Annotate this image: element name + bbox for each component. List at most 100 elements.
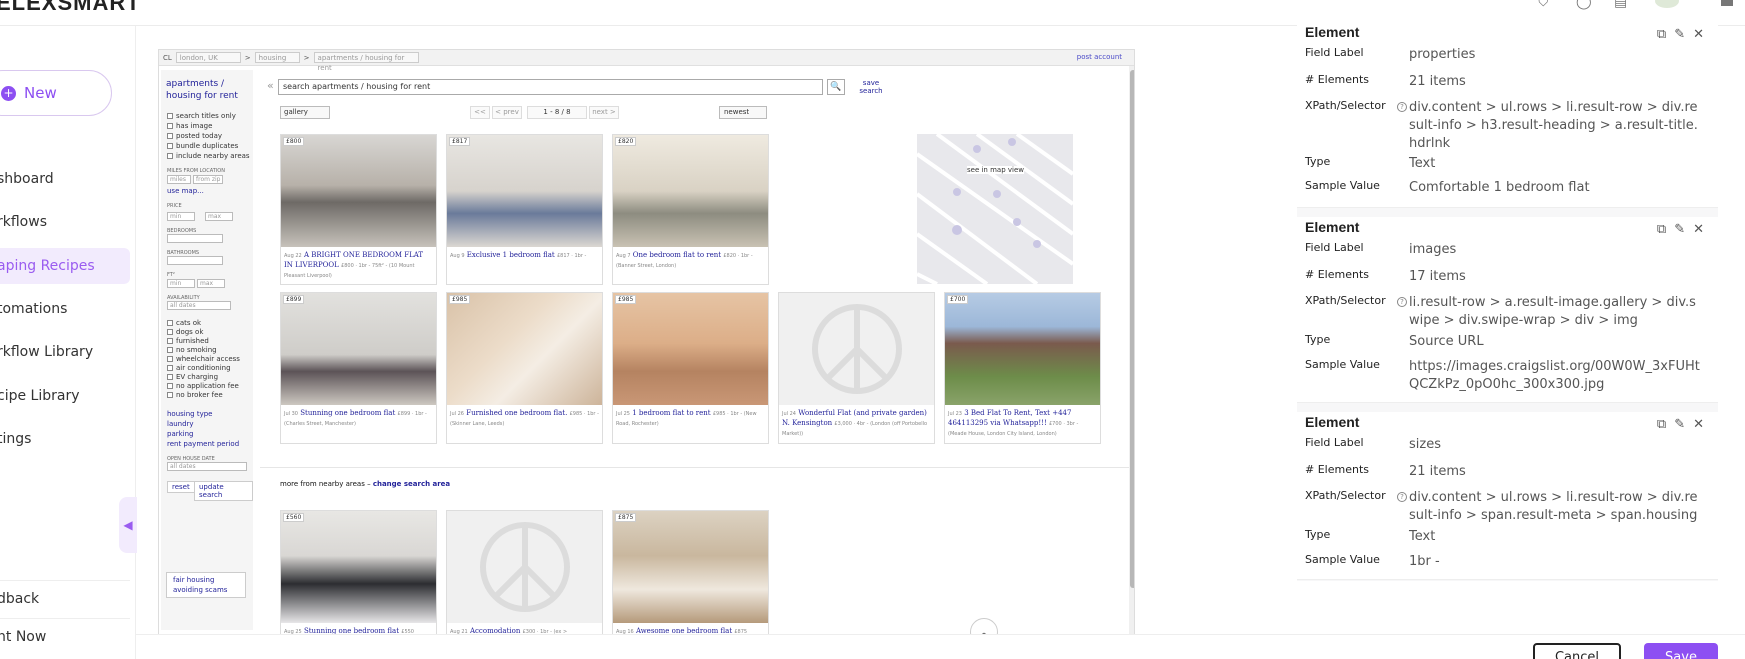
listing-card[interactable]: £560 Aug 25 Stunning one bedroom flat £5…	[280, 510, 437, 634]
menu-icon[interactable]	[1721, 0, 1733, 6]
help-icon[interactable]: ◯	[1576, 0, 1592, 10]
collapse-sidebar-icon[interactable]: ◀	[119, 497, 137, 553]
copy-icon[interactable]: ⧉	[1657, 417, 1666, 432]
listing-card[interactable]: £875 Aug 16 Awesome one bedroom flat £87…	[612, 510, 769, 634]
filter-checkbox[interactable]: no smoking	[167, 346, 217, 354]
sort-select[interactable]: newest	[719, 106, 767, 119]
listing-title[interactable]: One bedroom flat to rent	[633, 251, 721, 259]
open-house-select[interactable]: all dates	[167, 462, 247, 471]
filter-checkbox[interactable]: posted today	[167, 132, 222, 140]
price-min-input[interactable]: min	[167, 212, 195, 221]
listing-card[interactable]: Jul 24 Wonderful Flat (and private garde…	[778, 292, 935, 444]
scrollbar-thumb[interactable]	[1130, 70, 1134, 588]
sidebar-item-dashboard[interactable]: shboard	[0, 171, 54, 187]
avoiding-scams-link[interactable]: avoiding scams	[173, 586, 227, 594]
location-select[interactable]: london, UK	[175, 52, 241, 63]
ft-max-input[interactable]: max	[197, 279, 225, 288]
availability-select[interactable]: all dates	[167, 301, 231, 310]
filter-checkbox[interactable]: furnished	[167, 337, 209, 345]
listing-image[interactable]	[281, 511, 436, 623]
update-search-button[interactable]: update search	[194, 481, 253, 501]
filter-checkbox[interactable]: wheelchair access	[167, 355, 240, 363]
sidebar-item-chat-now[interactable]: nt Now	[0, 629, 46, 645]
sidebar-item-settings[interactable]: tings	[0, 431, 31, 447]
sidebar-item-scraping-recipes[interactable]: aping Recipes	[0, 248, 130, 284]
shield-icon[interactable]: ⛉	[1538, 0, 1549, 10]
miles-input[interactable]: miles	[167, 175, 191, 184]
category-title[interactable]: apartments / housing for rent	[166, 78, 246, 102]
listing-card[interactable]: Aug 21 Accomodation £300 · 1br - (ex >	[446, 510, 603, 634]
sidebar-item-feedback[interactable]: dback	[0, 591, 39, 607]
laundry-link[interactable]: laundry	[167, 420, 194, 428]
cl-logo[interactable]: CL	[163, 54, 172, 62]
change-search-area-link[interactable]: change search area	[373, 480, 450, 488]
ft-min-input[interactable]: min	[167, 279, 195, 288]
edit-icon[interactable]: ✎	[1674, 222, 1685, 237]
sidebar-item-recipe-library[interactable]: cipe Library	[0, 388, 80, 404]
listing-card[interactable]: £800 Aug 22 A BRIGHT ONE BEDROOM FLAT IN…	[280, 134, 437, 285]
copy-icon[interactable]: ⧉	[1657, 222, 1666, 237]
search-input[interactable]: search apartments / housing for rent	[278, 79, 823, 95]
listing-image[interactable]	[281, 135, 436, 247]
listing-image[interactable]	[945, 293, 1100, 405]
copy-icon[interactable]: ⧉	[1657, 27, 1666, 42]
price-max-input[interactable]: max	[205, 212, 233, 221]
listing-title[interactable]: Furnished one bedroom flat.	[466, 409, 567, 417]
listing-title[interactable]: Stunning one bedroom flat	[300, 409, 395, 417]
filter-checkbox[interactable]: cats ok	[167, 319, 201, 327]
listing-image[interactable]	[281, 293, 436, 405]
filter-checkbox[interactable]: no broker fee	[167, 391, 223, 399]
map-view-tile[interactable]: see in map view	[917, 134, 1073, 284]
listing-card[interactable]: £700 Jul 23 3 Bed Flat To Rent, Text +44…	[944, 292, 1101, 444]
save-button[interactable]: Save	[1644, 643, 1718, 659]
first-page-button[interactable]: <<	[470, 106, 490, 119]
search-icon[interactable]: 🔍	[827, 79, 845, 95]
prev-page-button[interactable]: < prev	[492, 106, 522, 119]
close-icon[interactable]: ✕	[1693, 417, 1704, 432]
doc-icon[interactable]: ▤	[1614, 0, 1627, 10]
filter-checkbox[interactable]: air conditioning	[167, 364, 231, 372]
cancel-button[interactable]: Cancel	[1533, 643, 1621, 659]
help-icon[interactable]: ?	[1397, 102, 1407, 112]
reset-button[interactable]: reset	[167, 481, 195, 493]
listing-title[interactable]: Exclusive 1 bedroom flat	[467, 251, 555, 259]
housing-type-link[interactable]: housing type	[167, 410, 213, 418]
bathrooms-select[interactable]	[167, 256, 223, 265]
filter-checkbox[interactable]: EV charging	[167, 373, 218, 381]
listing-image[interactable]	[613, 135, 768, 247]
listing-title[interactable]: 1 bedroom flat to rent	[632, 409, 710, 417]
listing-image[interactable]	[447, 135, 602, 247]
filter-checkbox[interactable]: dogs ok	[167, 328, 203, 336]
sidebar-item-workflows[interactable]: rkflows	[0, 214, 47, 230]
close-icon[interactable]: ✕	[1693, 222, 1704, 237]
help-icon[interactable]: ?	[1397, 492, 1407, 502]
fair-housing-link[interactable]: fair housing	[173, 576, 214, 584]
listing-image[interactable]	[613, 293, 768, 405]
listing-image[interactable]	[447, 511, 602, 623]
sidebar-item-automations[interactable]: tomations	[0, 301, 67, 317]
collapse-filters-icon[interactable]: «	[267, 79, 274, 92]
listing-card[interactable]: £985 Jul 25 1 bedroom flat to rent £985 …	[612, 292, 769, 444]
new-button[interactable]: + New	[0, 70, 112, 116]
listing-image[interactable]	[613, 511, 768, 623]
subsection-select[interactable]: apartments / housing for rent	[313, 52, 419, 72]
filter-checkbox[interactable]: search titles only	[167, 112, 236, 120]
map-view-label[interactable]: see in map view	[967, 166, 1024, 174]
rent-period-link[interactable]: rent payment period	[167, 440, 239, 448]
section-select[interactable]: housing	[254, 52, 300, 63]
sidebar-item-workflow-library[interactable]: rkflow Library	[0, 344, 93, 360]
close-icon[interactable]: ✕	[1693, 27, 1704, 42]
bedrooms-select[interactable]	[167, 234, 223, 243]
filter-checkbox[interactable]: bundle duplicates	[167, 142, 238, 150]
post-account-links[interactable]: post account	[1077, 53, 1122, 61]
filter-checkbox[interactable]: include nearby areas	[167, 152, 250, 160]
next-page-button[interactable]: next >	[589, 106, 619, 119]
help-icon[interactable]: ?	[1397, 297, 1407, 307]
listing-image[interactable]	[447, 293, 602, 405]
listing-card[interactable]: £899 Jul 30 Stunning one bedroom flat £8…	[280, 292, 437, 444]
edit-icon[interactable]: ✎	[1674, 417, 1685, 432]
listing-card[interactable]: £985 Jul 26 Furnished one bedroom flat. …	[446, 292, 603, 444]
view-select[interactable]: gallery	[280, 106, 330, 119]
listing-image[interactable]	[779, 293, 934, 405]
listing-card[interactable]: £820 Aug 7 One bedroom flat to rent £820…	[612, 134, 769, 285]
